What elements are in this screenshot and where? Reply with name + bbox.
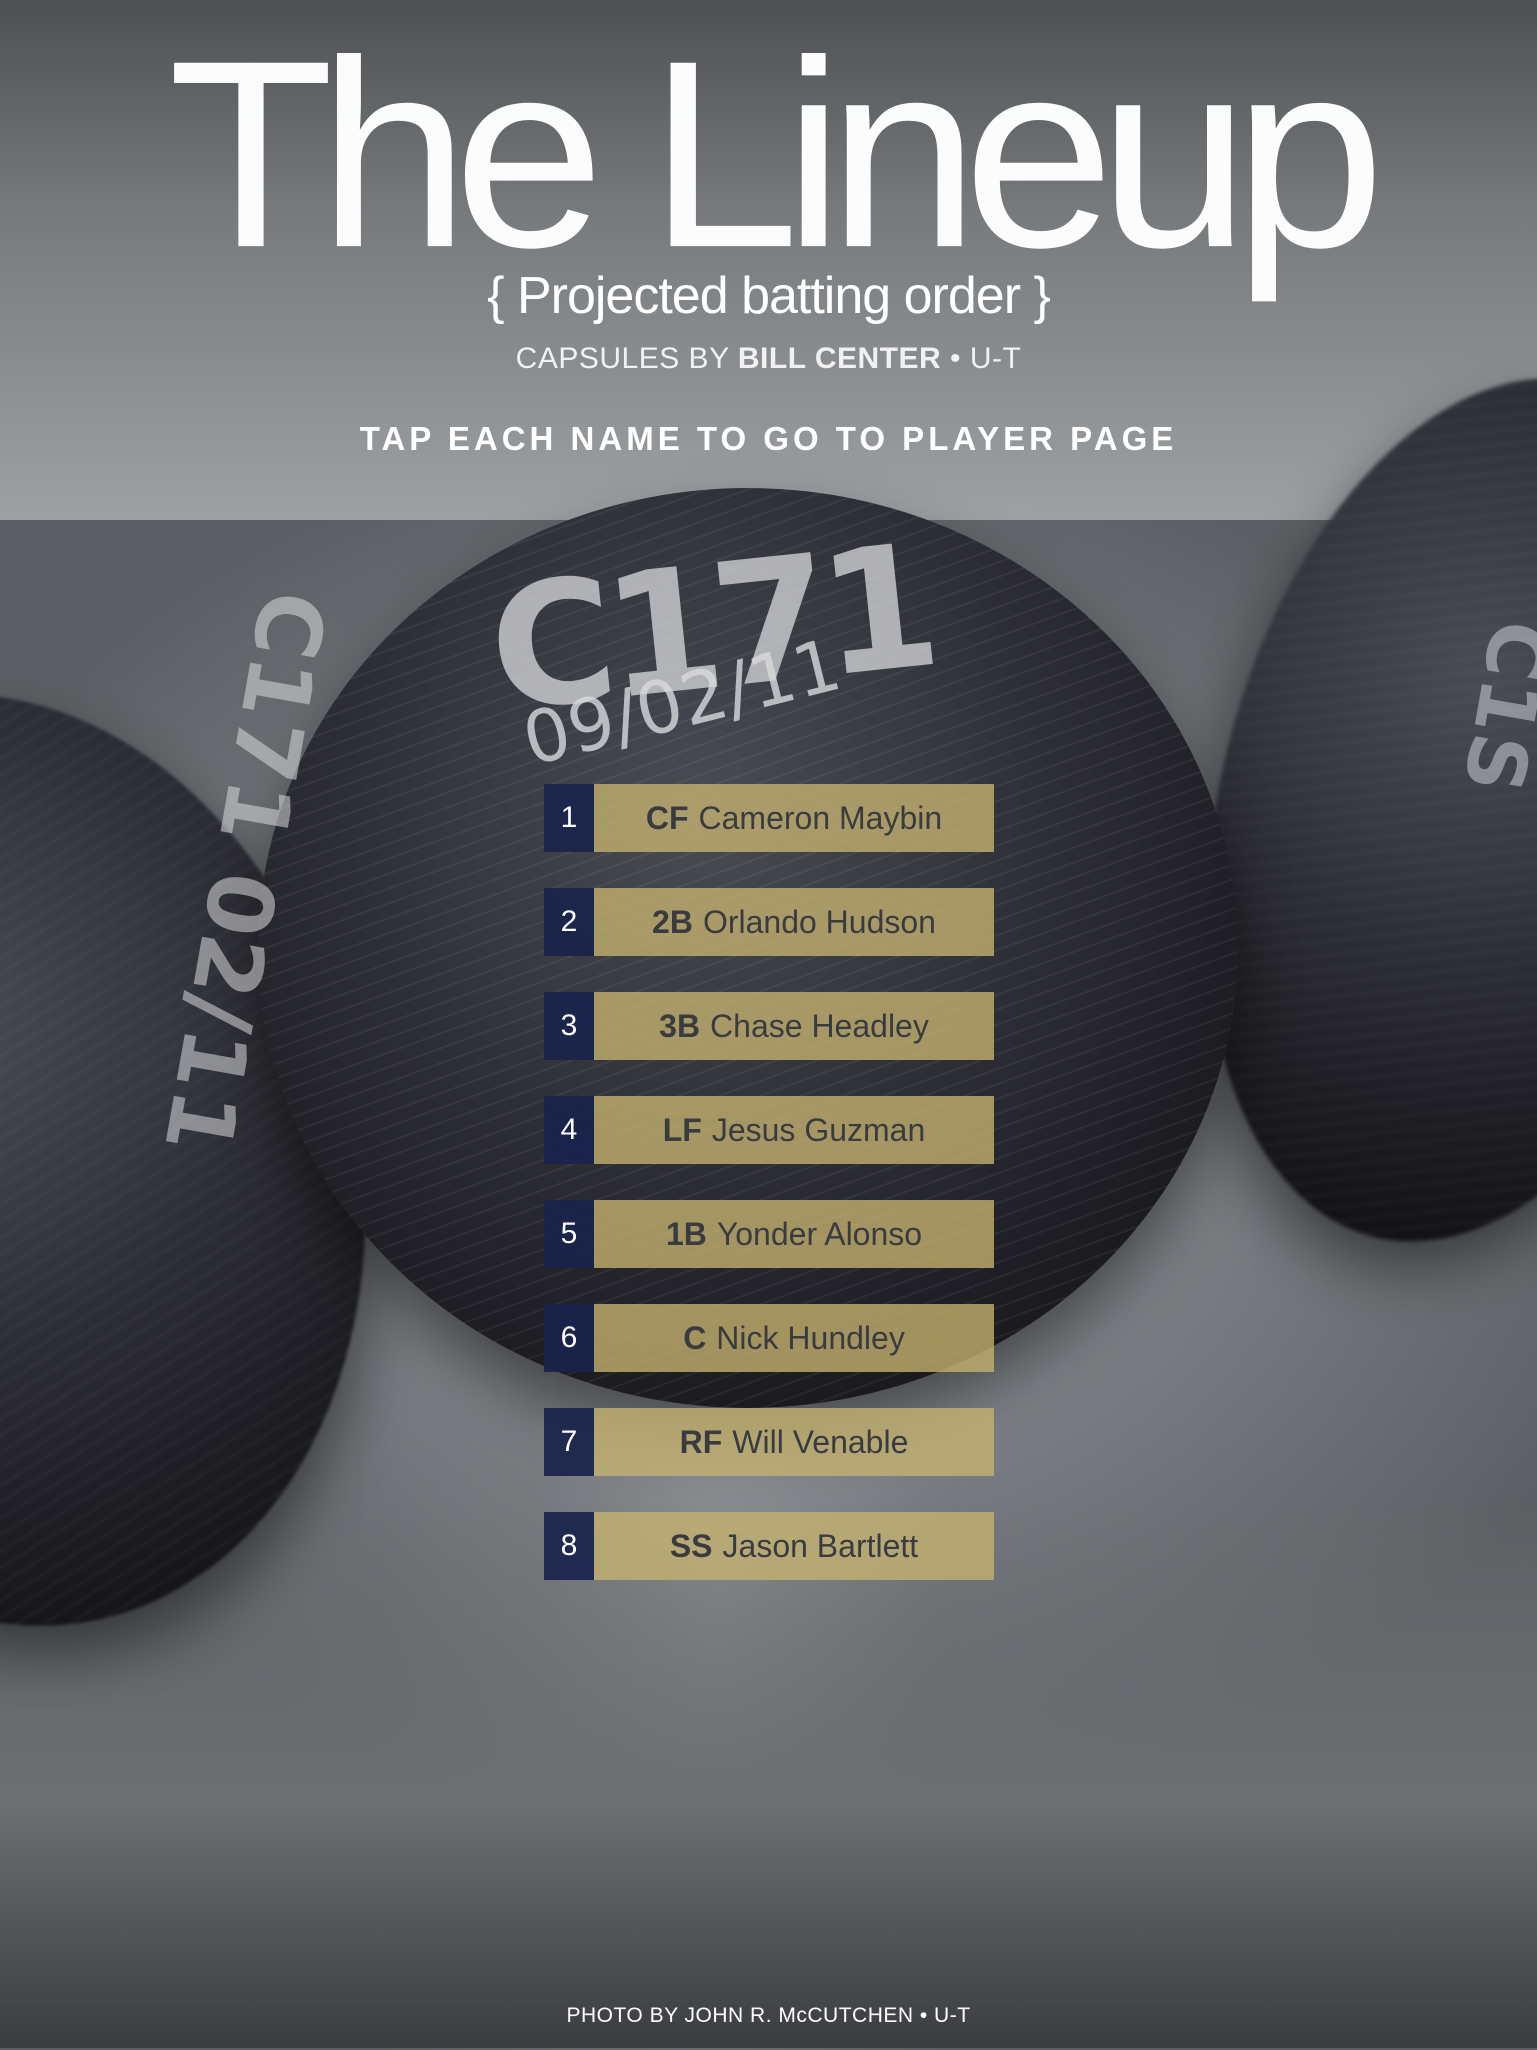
batting-order-number: 3 (544, 992, 594, 1060)
player-name: Will Venable (732, 1423, 909, 1460)
player-link[interactable]: 3B Chase Headley (594, 992, 994, 1060)
player-name: Cameron Maybin (698, 799, 943, 836)
player-link[interactable]: LF Jesus Guzman (594, 1096, 994, 1164)
player-name: Chase Headley (710, 1007, 929, 1044)
page-title-text: The Lineup (167, 5, 1385, 303)
lineup-row-4[interactable]: 4 LF Jesus Guzman (544, 1096, 994, 1164)
batting-order-number: 7 (544, 1408, 594, 1476)
player-link[interactable]: C Nick Hundley (594, 1304, 994, 1372)
credits-prefix: CAPSULES BY (515, 342, 738, 375)
credits-suffix: • U-T (941, 342, 1022, 375)
batting-order-number: 2 (544, 888, 594, 956)
lineup-row-7[interactable]: 7 RF Will Venable (544, 1408, 994, 1476)
player-name: Orlando Hudson (702, 903, 936, 940)
lineup-row-3[interactable]: 3 3B Chase Headley (544, 992, 994, 1060)
player-position: LF (662, 1111, 702, 1148)
player-position: 3B (659, 1007, 701, 1044)
background-bottom (0, 1500, 1537, 2048)
page-title: The Lineup (0, 18, 1537, 290)
player-position: CF (645, 799, 689, 836)
player-position: C (683, 1319, 707, 1356)
lineup-row-2[interactable]: 2 2B Orlando Hudson (544, 888, 994, 956)
player-link[interactable]: RF Will Venable (594, 1408, 994, 1476)
player-link[interactable]: SS Jason Bartlett (594, 1512, 994, 1580)
page-subtitle: { Projected batting order } (487, 267, 1051, 325)
player-name: Yonder Alonso (716, 1215, 923, 1252)
batting-order-number: 4 (544, 1096, 594, 1164)
player-position: 1B (665, 1215, 707, 1252)
player-link[interactable]: CF Cameron Maybin (594, 784, 994, 852)
player-name: Nick Hundley (716, 1319, 905, 1356)
player-position: SS (669, 1527, 713, 1564)
player-name: Jesus Guzman (711, 1111, 926, 1148)
tap-instruction: TAP EACH NAME TO GO TO PLAYER PAGE (359, 420, 1178, 457)
player-name: Jason Bartlett (722, 1527, 919, 1564)
lineup-row-1[interactable]: 1 CF Cameron Maybin (544, 784, 994, 852)
player-link[interactable]: 2B Orlando Hudson (594, 888, 994, 956)
batting-order-number: 8 (544, 1512, 594, 1580)
lineup-row-8[interactable]: 8 SS Jason Bartlett (544, 1512, 994, 1580)
player-position: 2B (652, 903, 693, 940)
lineup-row-5[interactable]: 5 1B Yonder Alonso (544, 1200, 994, 1268)
lineup-row-6[interactable]: 6 C Nick Hundley (544, 1304, 994, 1372)
capsule-credits: CAPSULES BY BILL CENTER • U-T (0, 342, 1537, 376)
batting-order-number: 6 (544, 1304, 594, 1372)
credits-author: BILL CENTER (737, 342, 942, 375)
player-link[interactable]: 1B Yonder Alonso (594, 1200, 994, 1268)
batting-order-number: 5 (544, 1200, 594, 1268)
batting-order-number: 1 (544, 784, 594, 852)
photo-credit: PHOTO BY JOHN R. McCUTCHEN • U-T (566, 2004, 971, 2027)
player-position: RF (679, 1423, 723, 1460)
